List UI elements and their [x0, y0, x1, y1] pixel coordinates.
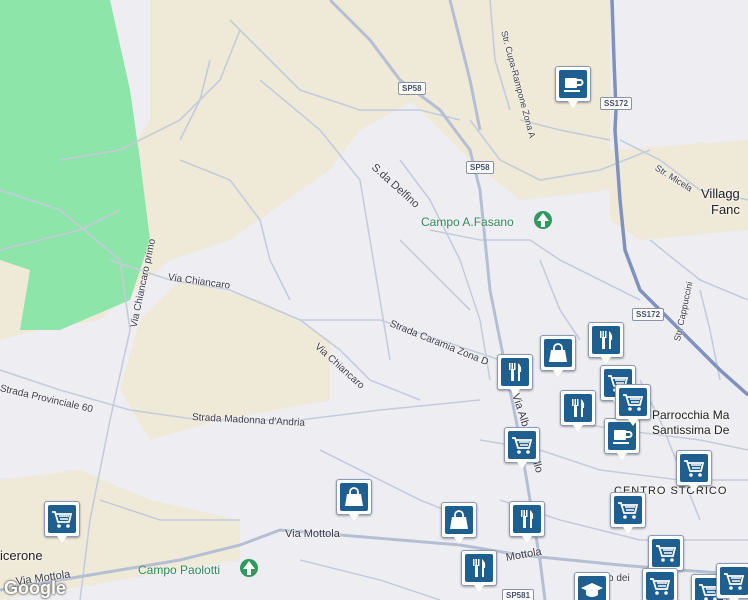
poi-marker-cart[interactable]: [44, 501, 80, 543]
map-view[interactable]: Via Chiancaro Via Chiancaro Via Chiancar…: [0, 0, 748, 600]
road-shield-sp58: SP58: [466, 161, 494, 174]
poi-marker-restaurant[interactable]: [588, 322, 624, 364]
place-label-cicerone: icerone: [0, 548, 43, 563]
google-logo: Google: [4, 578, 66, 598]
poi-marker-cart[interactable]: [716, 563, 748, 600]
poi-marker-cart[interactable]: [610, 492, 646, 534]
tree-icon[interactable]: [240, 559, 258, 577]
tree-icon[interactable]: [534, 211, 552, 229]
road-shield-ss172: SS172: [600, 97, 633, 110]
park-label-campo-fasano[interactable]: Campo A.Fasano: [421, 215, 514, 229]
poi-marker-restaurant[interactable]: [461, 550, 497, 592]
poi-marker-restaurant[interactable]: [509, 501, 545, 543]
poi-marker-shopping-bag[interactable]: [336, 479, 372, 521]
place-label-parrocchia: Parrocchia Ma: [652, 408, 730, 422]
poi-marker-restaurant[interactable]: [560, 390, 596, 432]
place-label-fanc: Fanc: [711, 202, 740, 217]
poi-marker-cart[interactable]: [642, 568, 678, 600]
poi-marker-cafe[interactable]: [555, 66, 591, 108]
poi-marker-shopping-bag[interactable]: [441, 502, 477, 544]
poi-marker-graduation-cap[interactable]: [574, 572, 610, 600]
road-shield-sp581: SP581: [502, 589, 535, 600]
road-label-via-mottola: Via Mottola: [285, 528, 340, 540]
road-shield-sp58: SP58: [398, 82, 426, 95]
road-label-o-dei: o dei: [608, 573, 630, 584]
road-shield-ss172: SS172: [632, 308, 665, 321]
poi-marker-restaurant[interactable]: [497, 354, 533, 396]
poi-marker-cart[interactable]: [615, 384, 651, 426]
poi-marker-cart[interactable]: [676, 450, 712, 492]
park-label-campo-paolotti[interactable]: Campo Paolotti: [138, 563, 220, 577]
poi-marker-cart[interactable]: [648, 535, 684, 577]
poi-marker-shopping-bag[interactable]: [540, 335, 576, 377]
place-label-villaggio: Villagg: [701, 186, 740, 201]
poi-marker-cart[interactable]: [504, 427, 540, 469]
place-label-santissima: Santissima De: [652, 423, 730, 437]
